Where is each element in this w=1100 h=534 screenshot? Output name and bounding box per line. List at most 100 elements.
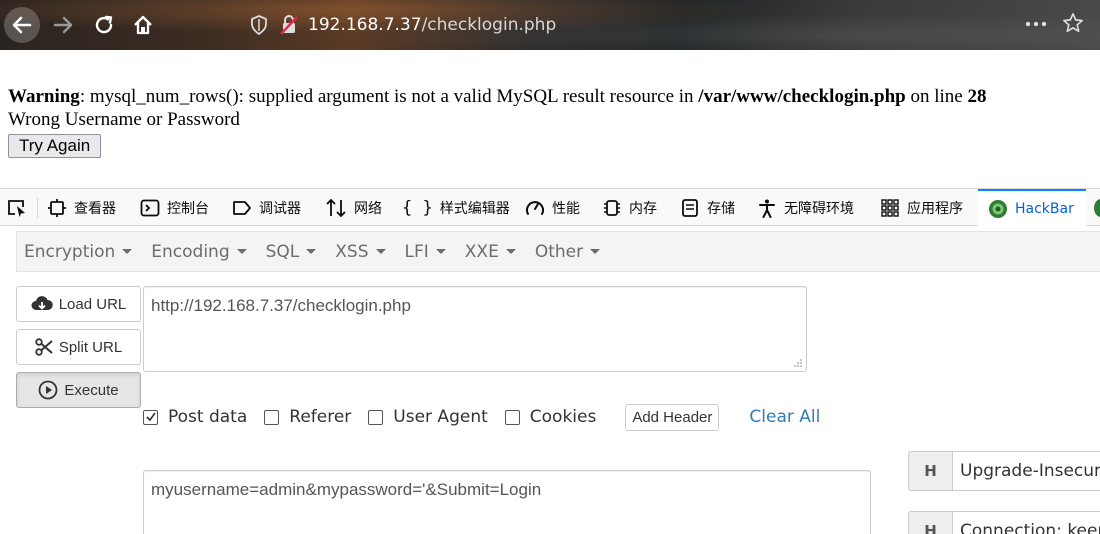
option-cookies[interactable]: Cookies [504, 407, 597, 427]
tab-label: 网络 [354, 200, 382, 217]
toolbar-divider [37, 198, 38, 218]
split-url-button[interactable]: Split URL [16, 329, 141, 365]
header-row: H Upgrade-Insecure [908, 451, 1100, 491]
hackbar-icon [989, 199, 1007, 218]
menu-encryption[interactable]: Encryption [24, 241, 133, 262]
page-actions-button[interactable] [1024, 14, 1048, 39]
tab-console[interactable]: 控制台 [140, 189, 209, 226]
menu-label: Other [534, 241, 584, 262]
url-path: /checklogin.php [421, 15, 557, 35]
execute-label: Execute [64, 381, 119, 399]
execute-button[interactable]: Execute [16, 372, 141, 408]
menu-xss[interactable]: XSS [335, 241, 386, 262]
tab-label: 性能 [552, 200, 580, 217]
insecure-lock-icon[interactable] [278, 15, 300, 35]
option-label: Cookies [529, 407, 597, 427]
user-agent-checkbox[interactable] [368, 409, 384, 425]
referer-checkbox[interactable] [264, 409, 280, 425]
storage-icon [682, 198, 698, 217]
resize-handle-icon[interactable] [793, 358, 803, 368]
back-button[interactable] [4, 7, 40, 43]
header-toggle-button[interactable]: H [908, 451, 953, 491]
warning-on-line: on line [905, 86, 968, 107]
element-picker-button[interactable] [6, 198, 28, 222]
forward-button[interactable] [45, 7, 81, 43]
arrow-left-icon [12, 16, 32, 34]
warning-message: : mysql_num_rows(): supplied argument is… [79, 86, 699, 107]
tab-label: 查看器 [74, 200, 116, 217]
url-text[interactable]: 192.168.7.37/checklogin.php [308, 15, 556, 35]
tab-style-editor[interactable]: { } 样式编辑器 [402, 189, 510, 226]
tab-accessibility[interactable]: 无障碍环境 [757, 189, 854, 226]
menu-label: Encryption [24, 241, 116, 262]
bookmark-button[interactable] [1062, 12, 1084, 39]
tab-hackbar[interactable]: HackBar [978, 189, 1086, 226]
menu-other[interactable]: Other [534, 241, 601, 262]
performance-icon [526, 200, 544, 215]
devtools-toolbar: 查看器 控制台 调试器 网络 { } 样式编辑器 性能 内存 存储 无障碍环境 … [0, 188, 1100, 226]
caret-down-icon [435, 249, 446, 254]
menu-encoding[interactable]: Encoding [151, 242, 247, 262]
menu-label: SQL [265, 241, 300, 262]
shield-icon[interactable] [250, 15, 268, 35]
menu-lfi[interactable]: LFI [405, 242, 446, 262]
menu-label: LFI [404, 241, 429, 262]
menu-label: XSS [335, 241, 369, 262]
style-editor-icon: { } [402, 197, 433, 218]
load-url-button[interactable]: Load URL [16, 286, 141, 322]
tab-label: 存储 [707, 200, 735, 217]
header-input[interactable]: Connection: keep- [953, 511, 1100, 534]
option-post-data[interactable]: Post data [143, 407, 247, 427]
application-grid-icon [881, 198, 899, 217]
try-again-button[interactable]: Try Again [8, 134, 102, 158]
tab-application[interactable]: 应用程序 [880, 189, 963, 226]
clear-all-link[interactable]: Clear All [749, 407, 820, 427]
header-input[interactable]: Upgrade-Insecure [953, 451, 1100, 491]
arrow-right-icon [53, 16, 73, 34]
cookies-checkbox[interactable] [504, 409, 520, 425]
error-message: Wrong Username or Password [8, 109, 240, 130]
url-input[interactable]: http://192.168.7.37/checklogin.php [143, 286, 807, 372]
menu-label: XXE [464, 241, 499, 262]
tab-network[interactable]: 网络 [325, 189, 382, 226]
hackbar-menu: Encryption Encoding SQL XSS LFI XXE Othe… [16, 231, 1100, 272]
post-data-checkbox[interactable] [143, 409, 158, 425]
caret-down-icon [306, 249, 317, 254]
overflow-addon-icon[interactable] [1094, 199, 1100, 217]
tab-performance[interactable]: 性能 [525, 189, 580, 226]
home-button[interactable] [125, 7, 161, 43]
options-row: Post data Referer User Agent Cookies Add… [143, 403, 820, 431]
tab-label: 控制台 [167, 200, 209, 217]
option-user-agent[interactable]: User Agent [368, 407, 488, 427]
post-data-value: myusername=admin&mypassword='&Submit=Log… [151, 480, 542, 499]
header-toggle-button[interactable]: H [908, 511, 953, 534]
add-header-button[interactable]: Add Header [625, 403, 720, 431]
tab-memory[interactable]: 内存 [602, 189, 657, 226]
tab-label: HackBar [1015, 200, 1074, 217]
menu-xxe[interactable]: XXE [465, 242, 516, 262]
header-row: H Connection: keep- [908, 511, 1100, 534]
checkmark-icon [145, 412, 156, 422]
browser-toolbar: 192.168.7.37/checklogin.php [0, 0, 1100, 50]
option-referer[interactable]: Referer [264, 407, 351, 427]
caret-down-icon [505, 249, 516, 254]
menu-sql[interactable]: SQL [266, 242, 317, 262]
split-url-label: Split URL [58, 338, 123, 356]
warning-path: /var/www/checklogin.php [698, 86, 906, 107]
tab-label: 调试器 [259, 200, 301, 217]
scissors-icon [35, 338, 53, 356]
post-data-input[interactable]: myusername=admin&mypassword='&Submit=Log… [143, 470, 871, 534]
option-label: Post data [168, 407, 248, 427]
address-bar[interactable]: 192.168.7.37/checklogin.php [250, 12, 556, 38]
tab-debugger[interactable]: 调试器 [232, 189, 301, 226]
cloud-download-icon [31, 296, 53, 310]
more-dots-icon [1025, 21, 1047, 27]
tab-storage[interactable]: 存储 [680, 189, 735, 226]
caret-down-icon [590, 249, 601, 254]
tab-inspector[interactable]: 查看器 [47, 189, 116, 226]
tab-label: 内存 [629, 200, 657, 217]
tab-label: 样式编辑器 [439, 200, 510, 217]
caret-down-icon [375, 249, 386, 254]
reload-button[interactable] [86, 7, 122, 43]
console-icon [140, 199, 160, 216]
